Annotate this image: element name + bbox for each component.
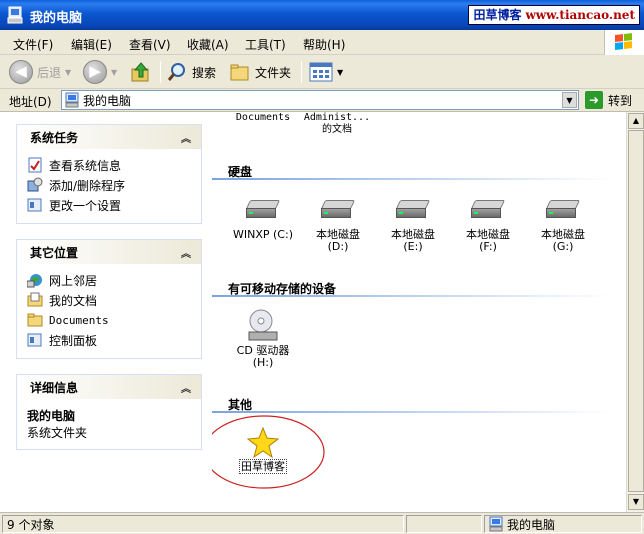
task-view-system-info[interactable]: 查看系统信息 <box>27 155 191 175</box>
hard-disk-icon <box>245 200 281 220</box>
drive-f[interactable]: 本地磁盘 (F:) <box>451 200 525 253</box>
my-computer-icon <box>489 516 503 532</box>
forward-arrow-icon: ▶ <box>83 60 107 84</box>
task-add-remove-programs[interactable]: 添加/删除程序 <box>27 175 191 195</box>
status-object-count: 9 个对象 <box>2 515 404 533</box>
drive-d[interactable]: 本地磁盘 (D:) <box>301 200 375 253</box>
other-places-panel: 其它位置 ︽ 网上邻居 我的文档 Documents 控制面板 <box>16 239 202 359</box>
folder-icon <box>27 313 43 327</box>
back-button[interactable]: ◀ 后退 ▼ <box>9 59 71 85</box>
menu-favorites[interactable]: 收藏(A) <box>187 36 229 53</box>
system-info-icon <box>28 157 42 173</box>
up-folder-button[interactable] <box>130 59 152 85</box>
star-icon <box>247 427 279 459</box>
network-places-icon <box>27 274 42 288</box>
hard-disk-icon <box>545 200 581 220</box>
address-value: 我的电脑 <box>83 93 132 108</box>
menu-edit[interactable]: 编辑(E) <box>71 36 112 53</box>
system-tasks-panel: 系统任务 ︽ 查看系统信息 添加/删除程序 更改一个设置 <box>16 124 202 224</box>
address-input[interactable]: 我的电脑 ▼ <box>61 90 579 110</box>
folders-button[interactable]: 文件夹 <box>229 59 291 85</box>
back-dropdown-icon[interactable]: ▼ <box>65 68 71 77</box>
control-panel-icon <box>27 198 42 212</box>
group-divider <box>212 178 612 180</box>
hard-disk-icon <box>470 200 506 220</box>
menu-tools[interactable]: 工具(T) <box>245 36 286 53</box>
collapse-chevron-icon[interactable]: ︽ <box>181 380 191 395</box>
toolbar-separator <box>301 61 302 83</box>
other-places-header[interactable]: 其它位置 ︽ <box>17 240 201 264</box>
collapse-chevron-icon[interactable]: ︽ <box>181 245 191 260</box>
windows-flag-icon <box>615 33 633 51</box>
go-arrow-icon: ➜ <box>585 91 603 109</box>
collapse-chevron-icon[interactable]: ︽ <box>181 130 191 145</box>
back-arrow-icon: ◀ <box>9 60 33 84</box>
details-name: 我的电脑 <box>27 409 76 423</box>
control-panel-icon <box>27 333 42 347</box>
views-button[interactable]: ▼ <box>309 59 343 85</box>
hard-disk-icon <box>320 200 356 220</box>
add-remove-programs-icon <box>27 177 43 192</box>
views-icon <box>309 62 333 82</box>
task-change-setting[interactable]: 更改一个设置 <box>27 195 191 215</box>
place-documents[interactable]: Documents <box>27 310 191 330</box>
watermark-logo: 田草博客 www.tiancao.net <box>468 5 640 25</box>
my-documents-icon <box>27 292 43 307</box>
status-bar: 9 个对象 我的电脑 <box>0 512 644 534</box>
toolbar-separator <box>160 61 161 83</box>
my-computer-icon <box>7 6 23 24</box>
place-my-documents[interactable]: 我的文档 <box>27 290 191 310</box>
documents-folder-item[interactable]: Documents <box>226 112 300 124</box>
place-control-panel[interactable]: 控制面板 <box>27 330 191 350</box>
place-network[interactable]: 网上邻居 <box>27 270 191 290</box>
address-dropdown-icon[interactable]: ▼ <box>562 92 577 108</box>
cd-drive-h[interactable]: CD 驱动器 (H:) <box>226 308 300 369</box>
up-folder-icon <box>131 62 149 82</box>
folders-icon <box>230 64 249 81</box>
admin-documents-item[interactable]: Administ... 的文档 <box>300 112 374 136</box>
windows-logo <box>604 30 644 55</box>
drive-e[interactable]: 本地磁盘 (E:) <box>376 200 450 253</box>
scroll-up-icon[interactable]: ▲ <box>628 113 644 129</box>
vertical-scrollbar[interactable]: ▲ ▼ <box>626 112 644 512</box>
title-bar: 我的电脑 田草博客 www.tiancao.net <box>0 0 644 30</box>
task-pane: 系统任务 ︽ 查看系统信息 添加/删除程序 更改一个设置 其它位置 ︽ 网上邻居… <box>0 112 212 512</box>
details-description: 系统文件夹 <box>27 426 88 440</box>
window-title: 我的电脑 <box>30 11 83 26</box>
details-header[interactable]: 详细信息 ︽ <box>17 375 201 399</box>
menu-view[interactable]: 查看(V) <box>129 36 171 53</box>
hard-disk-icon <box>395 200 431 220</box>
forward-button[interactable]: ▶ ▼ <box>83 59 117 85</box>
group-divider <box>212 411 612 413</box>
forward-dropdown-icon[interactable]: ▼ <box>111 68 117 77</box>
search-button[interactable]: 搜索 <box>166 59 216 85</box>
drive-c[interactable]: WINXP (C:) <box>226 200 300 241</box>
status-empty-pane <box>406 515 482 533</box>
status-location: 我的电脑 <box>484 515 642 533</box>
search-icon <box>167 63 185 81</box>
views-dropdown-icon: ▼ <box>337 67 344 77</box>
scroll-down-icon[interactable]: ▼ <box>628 494 644 510</box>
my-computer-icon <box>65 92 79 108</box>
menu-help[interactable]: 帮助(H) <box>303 36 345 53</box>
group-divider <box>212 295 612 297</box>
details-panel: 详细信息 ︽ 我的电脑 系统文件夹 <box>16 374 202 450</box>
content-area: Documents Administ... 的文档 硬盘 WINXP (C:) … <box>212 112 626 512</box>
blog-shortcut-item[interactable]: 田草博客 <box>226 427 300 474</box>
address-bar: 地址(D) 我的电脑 ▼ ➜ 转到 <box>0 89 644 112</box>
cd-drive-icon <box>248 309 278 341</box>
toolbar: ◀ 后退 ▼ ▶ ▼ 搜索 文件夹 ▼ <box>0 55 644 89</box>
scroll-thumb[interactable] <box>628 130 644 492</box>
go-button[interactable]: ➜ 转到 <box>585 91 632 109</box>
menu-bar: 文件(F) 编辑(E) 查看(V) 收藏(A) 工具(T) 帮助(H) <box>0 30 644 55</box>
menu-file[interactable]: 文件(F) <box>13 36 53 53</box>
address-label: 地址(D) <box>9 95 52 109</box>
drive-g[interactable]: 本地磁盘 (G:) <box>526 200 600 253</box>
system-tasks-header[interactable]: 系统任务 ︽ <box>17 125 201 149</box>
